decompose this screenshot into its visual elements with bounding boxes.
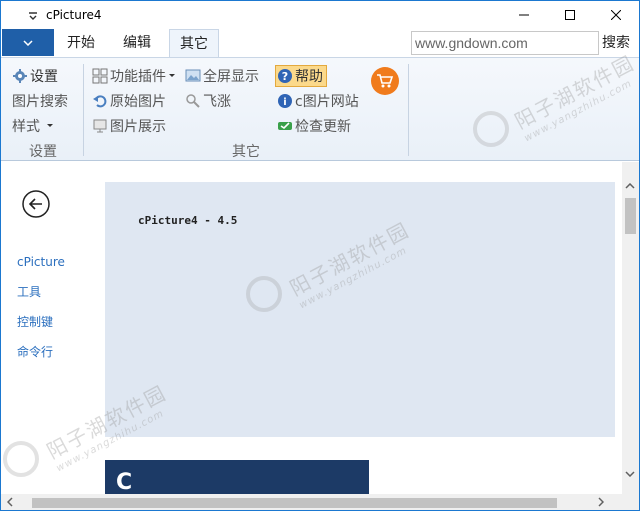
check-update-button[interactable]: 检查更新 <box>277 116 351 136</box>
settings-button[interactable]: 设置 <box>12 66 58 86</box>
svg-text:i: i <box>283 97 286 108</box>
image-show-button[interactable]: 图片展示 <box>92 116 166 136</box>
search-button[interactable]: 搜索 <box>602 31 630 55</box>
app-menu-button[interactable] <box>2 29 54 56</box>
search-input[interactable]: www.gndown.com <box>411 31 599 55</box>
chevron-up-icon <box>625 183 635 189</box>
chevron-left-icon <box>7 497 13 507</box>
magnifier-icon <box>185 93 201 109</box>
chevron-down-icon <box>47 124 53 127</box>
app-window: cPicture4 开始 编辑 其它 www.gndown.com 搜索 设置 … <box>0 0 640 511</box>
original-image-button[interactable]: 原始图片 <box>92 91 166 111</box>
scroll-up-button[interactable] <box>624 180 636 192</box>
minimize-icon <box>519 14 529 16</box>
plugin-icon <box>92 68 108 84</box>
tab-other[interactable]: 其它 <box>169 29 219 58</box>
ribbon-tab-row: 开始 编辑 其它 www.gndown.com 搜索 <box>1 29 639 58</box>
nav-link-tools[interactable]: 工具 <box>17 283 41 300</box>
info-icon: i <box>277 93 293 109</box>
scroll-left-button[interactable] <box>4 496 16 508</box>
help-icon: ? <box>277 68 293 84</box>
help-button[interactable]: ? 帮助 <box>275 65 327 87</box>
horizontal-scrollbar[interactable] <box>1 494 622 510</box>
maximize-button[interactable] <box>547 1 593 29</box>
minimize-button[interactable] <box>501 1 547 29</box>
chevron-down-icon <box>625 471 635 477</box>
slideshow-icon <box>92 118 108 134</box>
plugins-dropdown[interactable]: 功能插件 <box>92 66 176 86</box>
title-bar: cPicture4 <box>1 1 639 29</box>
undo-icon <box>92 93 108 109</box>
group-label-other: 其它 <box>232 144 260 160</box>
app-icon[interactable] <box>28 10 38 20</box>
scrollbar-corner <box>622 494 639 510</box>
tile-letter: C <box>116 470 133 495</box>
scroll-right-button[interactable] <box>595 496 607 508</box>
fly-button[interactable]: 飞涨 <box>185 91 231 111</box>
main-content: cPicture 工具 控制键 命令行 cPicture4 - 4.5 C <box>1 162 639 500</box>
chevron-down-icon <box>23 39 33 46</box>
nav-link-commandline[interactable]: 命令行 <box>17 343 53 360</box>
nav-link-shortcuts[interactable]: 控制键 <box>17 313 53 330</box>
ribbon-panel: 设置 图片搜索 样式 设置 功能插件 全屏显示 原始图片 飞涨 图片展示 ? 帮… <box>1 57 639 161</box>
group-divider <box>408 64 409 156</box>
cart-icon <box>377 74 394 88</box>
fullscreen-button[interactable]: 全屏显示 <box>185 66 259 86</box>
close-button[interactable] <box>593 1 639 29</box>
back-button[interactable] <box>21 189 51 219</box>
svg-text:?: ? <box>282 70 288 83</box>
chevron-right-icon <box>598 497 604 507</box>
version-text: cPicture4 - 4.5 <box>138 214 238 227</box>
tab-start[interactable]: 开始 <box>57 29 105 57</box>
horizontal-scroll-thumb[interactable] <box>32 498 557 508</box>
tab-edit[interactable]: 编辑 <box>113 29 161 57</box>
group-divider <box>83 64 84 156</box>
window-title: cPicture4 <box>46 8 102 22</box>
close-icon <box>611 10 621 20</box>
gear-icon <box>12 68 28 84</box>
scroll-down-button[interactable] <box>624 468 636 480</box>
arrow-left-icon <box>22 190 50 218</box>
fullscreen-icon <box>185 68 201 84</box>
nav-link-cpicture[interactable]: cPicture <box>17 255 65 269</box>
style-dropdown[interactable]: 样式 <box>12 116 55 136</box>
vertical-scroll-thumb[interactable] <box>625 198 636 234</box>
image-search-button[interactable]: 图片搜索 <box>12 91 68 111</box>
maximize-icon <box>565 10 575 20</box>
update-icon <box>277 118 293 134</box>
chevron-down-icon <box>169 74 175 77</box>
vertical-scrollbar[interactable] <box>622 162 639 494</box>
cart-button[interactable] <box>371 67 399 95</box>
website-button[interactable]: i c图片网站 <box>277 91 359 111</box>
group-label-settings: 设置 <box>29 144 57 160</box>
